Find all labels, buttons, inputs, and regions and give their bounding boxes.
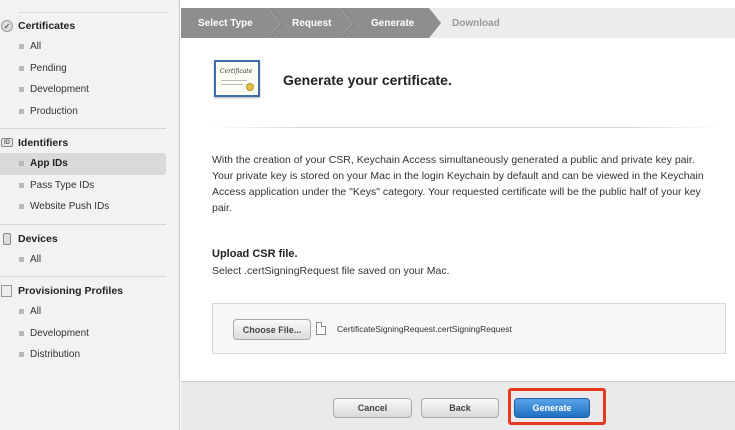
sidebar-section-header[interactable]: ID Identifiers <box>0 133 180 153</box>
sidebar-item-label: Website Push IDs <box>30 201 110 213</box>
sidebar-item-pass-type-ids[interactable]: Pass Type IDs <box>0 175 180 197</box>
sidebar-divider <box>18 12 168 13</box>
cancel-button[interactable]: Cancel <box>333 398 412 418</box>
sidebar-divider <box>0 276 166 277</box>
sidebar-section-header[interactable]: Provisioning Profiles <box>0 281 180 301</box>
step-select-type: Select Type <box>198 17 253 29</box>
bullet-icon <box>19 44 24 49</box>
sidebar-section-title: Provisioning Profiles <box>18 285 124 297</box>
seal-icon <box>246 83 254 91</box>
sidebar-item-all-profiles[interactable]: All <box>0 301 180 323</box>
step-generate: Generate <box>371 17 415 29</box>
bullet-icon <box>19 182 24 188</box>
file-upload-box: Choose File... CertificateSigningRequest… <box>212 303 726 354</box>
back-button[interactable]: Back <box>421 398 499 418</box>
sidebar-section-provisioning-profiles: Provisioning Profiles All Development Di… <box>0 281 180 366</box>
sidebar-item-label: Development <box>30 327 89 339</box>
bullet-icon <box>19 87 24 92</box>
step-request: Request <box>292 17 332 29</box>
sidebar-section-title: Identifiers <box>18 137 69 149</box>
main-panel: Select Type Request Generate Download Ce… <box>181 0 735 430</box>
sidebar: ✓ Certificates All Pending Development P… <box>0 0 180 430</box>
sidebar-item-development[interactable]: Development <box>0 79 180 101</box>
id-icon: ID <box>1 138 13 147</box>
sidebar-section-header[interactable]: ✓ Certificates <box>0 16 180 36</box>
certificate-line <box>221 84 243 85</box>
certificate-line <box>221 80 247 81</box>
bullet-icon <box>19 108 24 114</box>
certificate-icon: ✓ <box>1 20 13 32</box>
upload-title: Upload CSR file. <box>212 248 298 260</box>
sidebar-item-label: App IDs <box>30 158 68 170</box>
header-divider <box>209 127 721 128</box>
sidebar-item-distribution-profiles[interactable]: Distribution <box>0 344 180 366</box>
sidebar-section-identifiers: ID Identifiers App IDs Pass Type IDs Web… <box>0 133 180 218</box>
sidebar-item-label: Production <box>30 105 78 117</box>
bullet-icon <box>19 309 24 314</box>
sidebar-item-label: Pass Type IDs <box>30 179 95 191</box>
sidebar-item-label: All <box>30 306 42 318</box>
upload-subtitle: Select .certSigningRequest file saved on… <box>212 265 450 277</box>
profile-icon <box>1 285 12 297</box>
sidebar-divider <box>0 224 166 225</box>
sidebar-section-title: Certificates <box>18 20 76 32</box>
step-progress-bar: Select Type Request Generate Download <box>181 8 735 38</box>
certificate-icon: Certificate <box>214 60 260 97</box>
choose-file-button[interactable]: Choose File... <box>233 319 311 340</box>
bullet-icon <box>19 352 24 357</box>
document-icon <box>316 322 326 335</box>
selected-file-name: CertificateSigningRequest.certSigningReq… <box>337 324 512 334</box>
sidebar-item-all-devices[interactable]: All <box>0 249 180 271</box>
sidebar-item-all[interactable]: All <box>0 36 180 58</box>
sidebar-item-label: Development <box>30 84 89 96</box>
certificate-icon-label: Certificate <box>220 68 253 75</box>
footer-bar: Cancel Back Generate <box>181 381 735 430</box>
sidebar-divider <box>0 128 166 129</box>
device-icon <box>3 233 11 245</box>
bullet-icon <box>19 330 24 336</box>
sidebar-item-label: Distribution <box>30 349 81 361</box>
sidebar-item-development-profiles[interactable]: Development <box>0 323 180 345</box>
description-text: With the creation of your CSR, Keychain … <box>212 154 704 214</box>
sidebar-item-label: All <box>30 41 42 53</box>
sidebar-section-certificates: ✓ Certificates All Pending Development P… <box>0 16 180 122</box>
sidebar-section-header[interactable]: Devices <box>0 229 180 249</box>
sidebar-section-devices: Devices All <box>0 229 180 271</box>
sidebar-section-title: Devices <box>18 233 58 245</box>
sidebar-item-pending[interactable]: Pending <box>0 58 180 80</box>
sidebar-item-website-push-ids[interactable]: Website Push IDs <box>0 196 180 218</box>
sidebar-item-label: All <box>30 254 42 266</box>
bullet-icon <box>19 161 24 166</box>
generate-button[interactable]: Generate <box>514 398 590 418</box>
sidebar-item-app-ids[interactable]: App IDs <box>0 153 166 175</box>
sidebar-item-production[interactable]: Production <box>0 101 180 123</box>
bullet-icon <box>19 65 24 71</box>
sidebar-item-label: Pending <box>30 62 67 74</box>
bullet-icon <box>19 204 24 209</box>
page-title: Generate your certificate. <box>283 72 452 88</box>
step-download: Download <box>452 17 500 29</box>
bullet-icon <box>19 257 24 262</box>
